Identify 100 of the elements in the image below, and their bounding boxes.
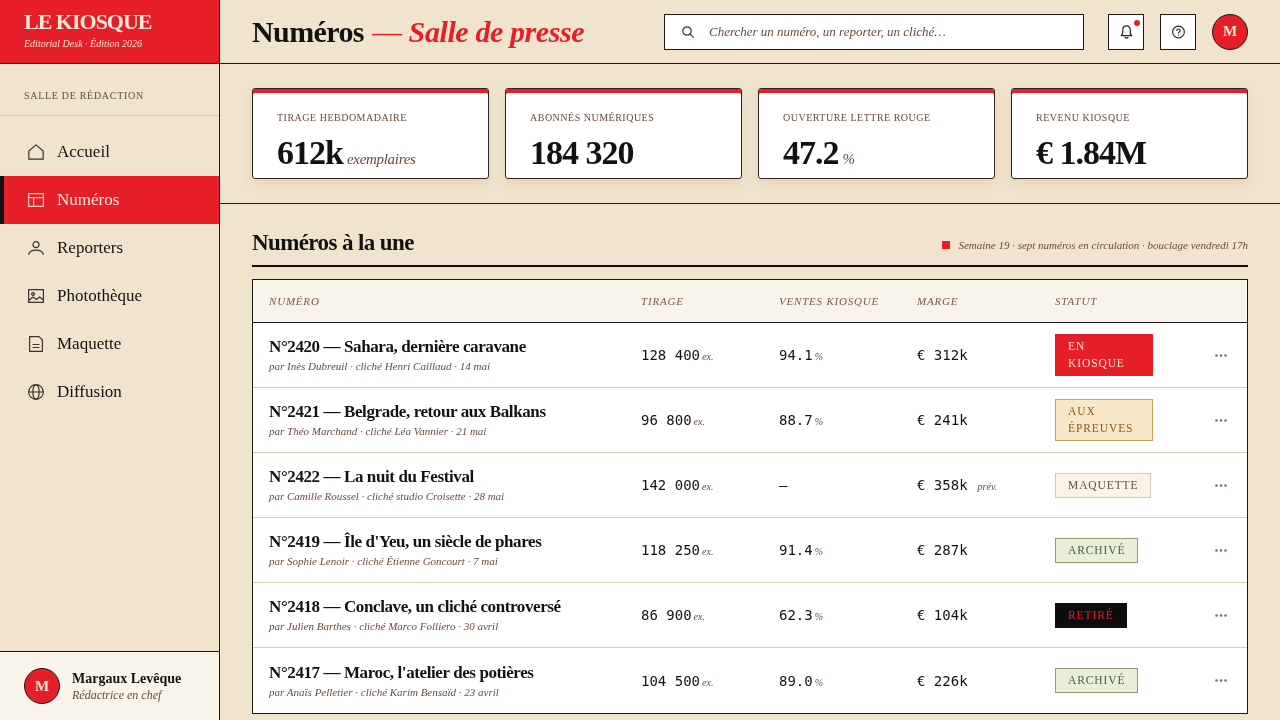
column-header: STATUT xyxy=(1055,295,1099,307)
column-header: NUMÉRO xyxy=(269,295,321,307)
notifications-button[interactable] xyxy=(1108,13,1144,50)
column-header: MARGE xyxy=(917,295,960,307)
row-menu-button[interactable] xyxy=(1215,483,1227,487)
unit-label: % xyxy=(814,416,824,427)
margin-value: € 358k xyxy=(917,477,968,493)
estimate-note: prév. xyxy=(977,481,998,492)
issue-byline: par Sophie Lenoir · cliché Étienne Goncourt · 7 mai xyxy=(269,554,499,569)
issue-title: N°2417 — Maroc, l'atelier des potières xyxy=(269,661,535,683)
status-badge: MAQUETTE xyxy=(1055,472,1152,498)
sales-value: — xyxy=(779,477,788,493)
user-role: Rédactrice en chef xyxy=(72,686,164,703)
user-avatar[interactable]: M xyxy=(1212,13,1248,50)
unit-label: ex. xyxy=(693,416,705,427)
issue-title: N°2419 — Île d'Yeu, un siècle de phares xyxy=(269,531,543,552)
stat-unit: % xyxy=(842,151,855,168)
document-icon xyxy=(28,336,44,352)
issue-byline: par Anaïs Pelletier · cliché Karim Bensaïd · 23 avril xyxy=(269,684,500,700)
unit-label: % xyxy=(814,546,824,557)
more-icon xyxy=(1215,353,1227,357)
help-icon xyxy=(1171,24,1185,39)
margin-value: € 312k xyxy=(917,347,968,363)
issue-byline: par Julien Barthes · cliché Marco Folliero · 30 avril xyxy=(269,619,500,634)
status-badge: EN KIOSQUE xyxy=(1055,334,1153,376)
stat-label: REVENU KIOSQUE xyxy=(1036,111,1131,124)
section-title: Numéros à la une xyxy=(252,229,414,257)
issue-byline: par Inès Dubreuil · cliché Henri Caillaud · 14 mai xyxy=(269,359,492,374)
unit-label: ex. xyxy=(702,481,714,492)
margin-value: € 287k xyxy=(917,542,968,558)
section-note: Semaine 19 · sept numéros en circulation · bouclage vendredi 17h xyxy=(958,239,1248,251)
nav-item[interactable]: Accueil xyxy=(0,128,219,176)
stat-value: 184 320 xyxy=(530,133,634,173)
unit-label: ex. xyxy=(702,351,714,362)
logo-title: LE KIOSQUE xyxy=(24,9,153,35)
issue-byline: par Théo Marchand · cliché Léa Vannier · 21 mai xyxy=(269,424,488,439)
unit-label: ex. xyxy=(693,611,705,622)
status-badge: RETIRÉ xyxy=(1055,602,1127,628)
nav-item[interactable]: Diffusion xyxy=(0,368,219,416)
more-icon xyxy=(1215,483,1227,487)
nav-item[interactable]: Numéros xyxy=(0,176,219,224)
page-title: Numéros xyxy=(252,13,364,50)
row-menu-button[interactable] xyxy=(1215,613,1227,617)
sales-value: 94.1 xyxy=(779,347,813,363)
issue-byline: par Camille Roussel · cliché studio Croisette · 28 mai xyxy=(269,489,506,504)
status-badge: AUX ÉPREUVES xyxy=(1055,399,1153,441)
issue-title: N°2418 — Conclave, un cliché controversé xyxy=(269,596,562,617)
print-run-value: 104 500 xyxy=(641,672,700,689)
logo-subtitle: Editorial Desk · Édition 2026 xyxy=(24,37,144,51)
print-run-value: 142 000 xyxy=(641,477,700,493)
margin-value: € 241k xyxy=(917,412,968,428)
help-button[interactable] xyxy=(1160,13,1196,50)
more-icon xyxy=(1215,679,1227,682)
issue-title: N°2421 — Belgrade, retour aux Balkans xyxy=(269,401,547,422)
marker-icon xyxy=(942,241,951,249)
home-icon xyxy=(28,144,44,160)
user-avatar: M xyxy=(24,668,60,704)
search-icon xyxy=(682,25,694,38)
section-label: SALLE DE RÉDACTION xyxy=(24,89,145,102)
print-run-value: 118 250 xyxy=(641,542,700,558)
issue-title: N°2420 — Sahara, dernière caravane xyxy=(269,336,527,357)
stat-label: ABONNÉS NUMÉRIQUES xyxy=(530,111,656,124)
print-run-value: 86 900 xyxy=(641,607,692,623)
search-field[interactable]: Chercher un numéro, un reporter, un cliché… xyxy=(664,13,1084,50)
sales-value: 89.0 xyxy=(779,672,813,689)
row-menu-button[interactable] xyxy=(1215,679,1227,682)
stat-label: OUVERTURE LETTRE ROUGE xyxy=(783,111,932,124)
margin-value: € 104k xyxy=(917,607,968,623)
margin-value: € 226k xyxy=(917,672,968,689)
sales-value: 62.3 xyxy=(779,607,813,623)
sales-value: 88.7 xyxy=(779,412,813,428)
sales-value: 91.4 xyxy=(779,542,813,558)
more-icon xyxy=(1215,418,1227,422)
stat-label: TIRAGE HEBDOMADAIRE xyxy=(277,111,408,124)
person-icon xyxy=(28,240,44,256)
globe-icon xyxy=(28,384,44,400)
stat-value: € 1.84M xyxy=(1036,133,1147,173)
row-menu-button[interactable] xyxy=(1215,418,1227,422)
unit-label: ex. xyxy=(702,676,714,688)
image-icon xyxy=(28,288,44,304)
bell-icon xyxy=(1119,24,1133,39)
table-icon xyxy=(28,192,44,208)
row-menu-button[interactable] xyxy=(1215,353,1227,357)
nav-item[interactable]: Maquette xyxy=(0,320,219,368)
more-icon xyxy=(1215,613,1227,617)
row-menu-button[interactable] xyxy=(1215,548,1227,552)
nav-item[interactable]: Photothèque xyxy=(0,272,219,320)
user-name: Margaux Levêque xyxy=(72,669,182,687)
stat-value: 47.2 xyxy=(783,133,839,173)
status-badge: ARCHIVÉ xyxy=(1055,668,1139,693)
more-icon xyxy=(1215,548,1227,552)
stat-value: 612k xyxy=(277,133,343,173)
column-header: VENTES KIOSQUE xyxy=(779,295,881,307)
status-badge: ARCHIVÉ xyxy=(1055,537,1139,563)
unit-label: % xyxy=(814,351,824,362)
print-run-value: 96 800 xyxy=(641,412,692,428)
issue-title: N°2422 — La nuit du Festival xyxy=(269,466,475,487)
unit-label: % xyxy=(814,611,824,622)
unit-label: % xyxy=(814,676,824,688)
nav-item[interactable]: Reporters xyxy=(0,224,219,272)
